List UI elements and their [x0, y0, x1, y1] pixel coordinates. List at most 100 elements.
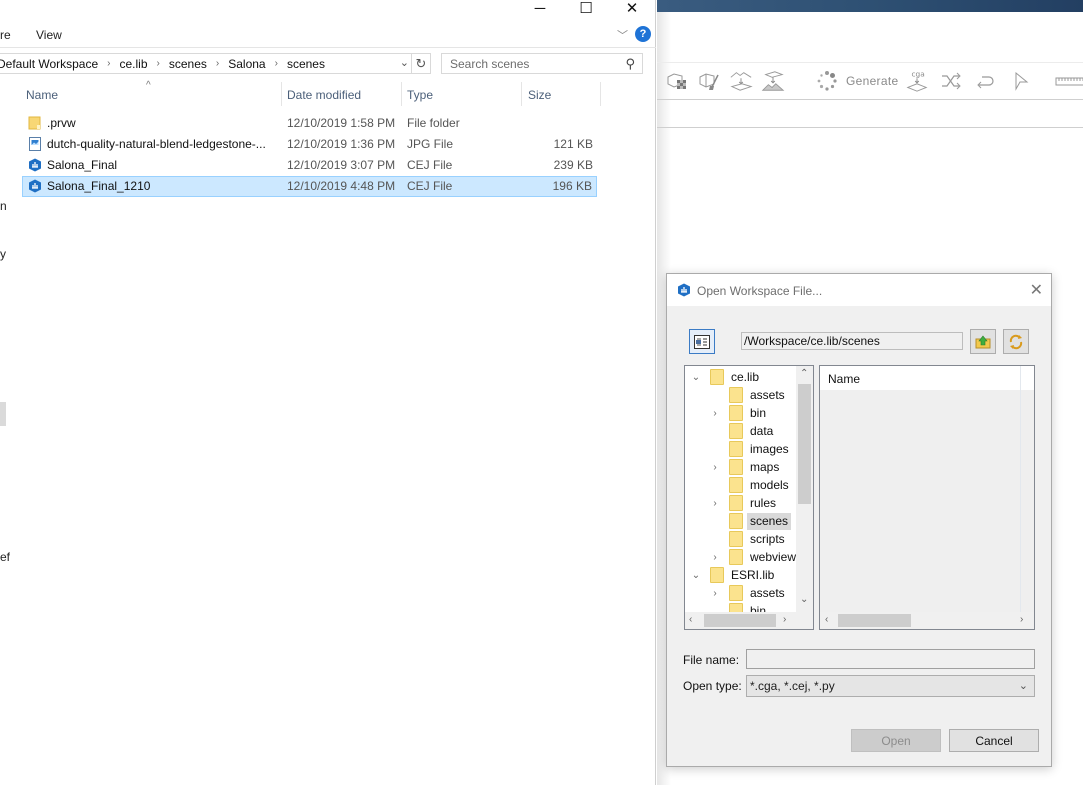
scroll-left-icon[interactable]: ‹ — [825, 614, 828, 625]
file-row-selected[interactable]: Salona_Final_1210 12/10/2019 4:48 PM CEJ… — [22, 176, 597, 197]
tab-view[interactable]: View — [36, 28, 62, 42]
file-row[interactable]: dutch-quality-natural-blend-ledgestone-.… — [22, 134, 597, 155]
tree-vertical-scrollbar[interactable]: ⌃ ⌄ — [796, 366, 813, 612]
column-divider[interactable] — [401, 82, 402, 106]
breadcrumb-separator-icon: › — [215, 58, 220, 69]
expand-chevron-right-icon[interactable]: › — [710, 552, 720, 563]
column-header-type[interactable]: Type — [407, 88, 433, 102]
column-divider[interactable] — [1020, 366, 1021, 612]
tree-node[interactable]: › maps — [685, 458, 805, 476]
tree-node-label: ce.lib — [731, 369, 760, 384]
dialog-close-icon[interactable]: ✕ — [1030, 280, 1043, 300]
column-divider[interactable] — [281, 82, 282, 106]
file-name-input[interactable] — [746, 649, 1035, 669]
expand-chevron-right-icon[interactable]: › — [710, 498, 720, 509]
folder-icon — [729, 387, 743, 403]
up-folder-button[interactable] — [970, 329, 996, 354]
file-row[interactable]: .prvw 12/10/2019 1:58 PM File folder — [22, 113, 597, 134]
scroll-down-icon[interactable]: ⌄ — [800, 594, 808, 605]
address-history-chevron-icon[interactable]: ⌄ — [400, 56, 409, 69]
tree-node-label: data — [750, 423, 774, 438]
refresh-button[interactable]: ↻ — [412, 53, 431, 74]
tree-vertical-scroll-thumb[interactable] — [798, 384, 811, 504]
list-column-header-name[interactable]: Name — [828, 372, 860, 386]
breadcrumb-item[interactable]: scenes — [169, 57, 207, 71]
column-header-size[interactable]: Size — [528, 88, 551, 102]
file-row[interactable]: Salona_Final 12/10/2019 3:07 PM CEJ File… — [22, 155, 597, 176]
scroll-left-icon[interactable]: ‹ — [689, 614, 692, 625]
tree-node[interactable]: images — [685, 440, 805, 458]
expand-chevron-right-icon[interactable]: › — [710, 462, 720, 473]
tree-node[interactable]: ⌄ ce.lib — [685, 368, 805, 386]
open-type-select[interactable]: *.cga, *.cej, *.py ⌄ — [746, 675, 1035, 697]
tree-node-label: models — [750, 477, 789, 492]
scroll-right-icon[interactable]: › — [1020, 614, 1023, 625]
folder-icon — [729, 495, 743, 511]
nav-pane-scrollbar[interactable] — [0, 402, 6, 426]
tree-node-label: scenes — [747, 512, 792, 530]
column-divider[interactable] — [600, 82, 601, 106]
select-tool-icon[interactable] — [1009, 70, 1033, 92]
column-header-name[interactable]: Name — [26, 88, 58, 102]
tree-node[interactable]: assets — [685, 386, 805, 404]
generate-icon[interactable] — [815, 70, 839, 92]
file-size: 239 KB — [553, 158, 593, 172]
folder-icon — [729, 405, 743, 421]
breadcrumb-item[interactable]: scenes — [287, 57, 325, 71]
breadcrumb-item[interactable]: ce.lib — [120, 57, 148, 71]
list-horizontal-scroll-thumb[interactable] — [838, 614, 911, 627]
undo-icon[interactable] — [973, 70, 997, 92]
tab-share[interactable]: re — [0, 28, 11, 42]
tree-horizontal-scroll-thumb[interactable] — [704, 614, 776, 627]
shuffle-icon[interactable] — [939, 70, 963, 92]
sort-ascending-icon: ^ — [146, 80, 151, 91]
tree-node[interactable]: ⌄ ESRI.lib — [685, 566, 805, 584]
breadcrumb-item[interactable]: Default Workspace — [0, 57, 98, 71]
folder-icon — [729, 585, 743, 601]
expand-ribbon-icon[interactable]: ﹀ — [617, 27, 628, 43]
tree-node[interactable]: › rules — [685, 494, 805, 512]
minimize-button[interactable]: ─ — [517, 0, 563, 17]
maximize-button[interactable]: ☐ — [563, 0, 609, 17]
column-header-date[interactable]: Date modified — [287, 88, 361, 102]
tree-node[interactable]: data — [685, 422, 805, 440]
sync-button[interactable] — [1003, 329, 1029, 354]
tree-node[interactable]: › assets — [685, 584, 805, 602]
measure-ruler-icon[interactable] — [1055, 70, 1083, 92]
tree-node[interactable]: scenes — [685, 512, 805, 530]
expand-chevron-down-icon[interactable]: ⌄ — [691, 570, 701, 581]
tree-node[interactable]: › webviewer — [685, 548, 807, 566]
nav-pane-clipped-text: ef — [0, 550, 11, 564]
align-terrain-to-shapes-icon[interactable] — [729, 70, 753, 92]
tree-horizontal-scrollbar[interactable]: ‹ › — [685, 612, 813, 629]
column-divider[interactable] — [521, 82, 522, 106]
open-button[interactable]: Open — [851, 729, 941, 752]
expand-chevron-right-icon[interactable]: › — [710, 588, 720, 599]
cleanup-shapes-icon[interactable] — [665, 70, 689, 92]
cityengine-file-icon — [29, 179, 41, 193]
path-field[interactable]: /Workspace/ce.lib/scenes — [741, 332, 963, 350]
tree-node[interactable]: › bin — [685, 404, 805, 422]
close-button[interactable]: ✕ — [609, 0, 655, 17]
scroll-up-icon[interactable]: ⌃ — [800, 368, 808, 379]
workspace-tree[interactable]: ⌄ ce.lib assets › bin data images › maps models › r… — [684, 365, 814, 630]
help-icon[interactable]: ? — [635, 26, 651, 42]
file-list-panel[interactable]: Name ‹ › — [819, 365, 1035, 630]
expand-chevron-down-icon[interactable]: ⌄ — [691, 372, 701, 383]
app-banner — [657, 0, 1083, 12]
search-input[interactable]: Search scenes ⚲ — [441, 53, 643, 74]
address-bar[interactable]: Default Workspace › ce.lib › scenes › Sa… — [0, 53, 412, 74]
tree-node[interactable]: models — [685, 476, 805, 494]
expand-chevron-right-icon[interactable]: › — [710, 408, 720, 419]
cleanup-broom-icon[interactable] — [697, 70, 721, 92]
generate-button-label[interactable]: Generate — [846, 74, 898, 88]
tree-node[interactable]: scripts — [685, 530, 805, 548]
cancel-button[interactable]: Cancel — [949, 729, 1039, 752]
scroll-right-icon[interactable]: › — [783, 614, 786, 625]
open-type-label: Open type: — [683, 679, 742, 693]
toggle-file-list-button[interactable] — [689, 329, 715, 354]
list-horizontal-scrollbar[interactable]: ‹ › — [820, 612, 1034, 629]
assign-rule-icon[interactable]: cga — [905, 69, 929, 92]
breadcrumb-item[interactable]: Salona — [228, 57, 265, 71]
align-shapes-to-terrain-icon[interactable] — [761, 70, 785, 92]
